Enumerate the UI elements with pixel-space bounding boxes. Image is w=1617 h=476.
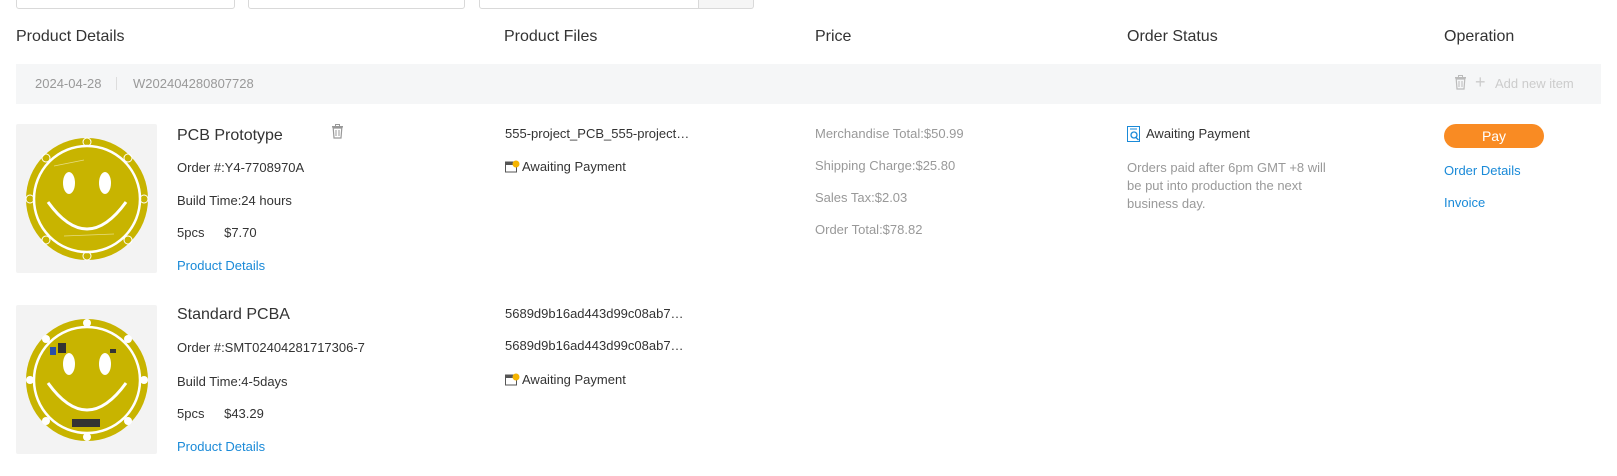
product-thumbnail-pcba[interactable] — [16, 305, 157, 454]
order-group-bar: 2024-04-28 W202404280807728 + Add new it… — [16, 64, 1601, 104]
qty-price-line: 5pcs $7.70 — [177, 225, 257, 240]
qty-price-line: 5pcs $43.29 — [177, 406, 264, 421]
trash-icon[interactable] — [331, 124, 344, 144]
quantity: 5pcs — [177, 225, 205, 240]
product-details-link[interactable]: Product Details — [177, 439, 265, 454]
sales-tax: Sales Tax:$2.03 — [815, 190, 908, 205]
pay-button[interactable]: Pay — [1444, 124, 1544, 148]
order-number: Order #:SMT02404281717306-7 — [177, 340, 365, 355]
divider — [116, 77, 117, 90]
search-input[interactable] — [479, 0, 699, 9]
header-operation: Operation — [1444, 28, 1515, 45]
header-product-files: Product Files — [504, 28, 598, 45]
file-status-text: Awaiting Payment — [522, 159, 626, 174]
product-file[interactable]: 5689d9b16ad443d99c08ab7… — [505, 338, 684, 353]
awaiting-payment-icon — [505, 160, 520, 176]
awaiting-payment-icon — [505, 373, 520, 389]
order-number: Order #:Y4-7708970A — [177, 160, 305, 175]
type-filter-select[interactable] — [16, 0, 235, 9]
header-order-status: Order Status — [1127, 28, 1218, 45]
build-time: Build Time:24 hours — [177, 193, 292, 208]
add-new-item-button[interactable]: Add new item — [1495, 76, 1574, 91]
pcb-smiley-image — [25, 137, 149, 261]
order-status-note: Orders paid after 6pm GMT +8 will be put… — [1127, 160, 1326, 211]
quantity: 5pcs — [177, 406, 205, 421]
filter-input[interactable] — [248, 0, 465, 9]
product-details-link[interactable]: Product Details — [177, 258, 265, 273]
shipping-charge: Shipping Charge:$25.80 — [815, 158, 956, 173]
build-time: Build Time:4-5days — [177, 374, 288, 389]
header-product-details: Product Details — [16, 28, 125, 45]
product-name: Standard PCBA — [177, 306, 290, 323]
header-price: Price — [815, 28, 852, 45]
product-file[interactable]: 555-project_PCB_555-project… — [505, 126, 689, 141]
unit-price: $7.70 — [224, 225, 257, 240]
invoice-link[interactable]: Invoice — [1444, 195, 1485, 210]
order-status-title: Awaiting Payment — [1146, 126, 1250, 141]
file-status-text: Awaiting Payment — [522, 372, 626, 387]
unit-price: $43.29 — [224, 406, 264, 421]
document-search-icon — [1127, 126, 1141, 147]
merchandise-total: Merchandise Total:$50.99 — [815, 126, 964, 141]
filter-row — [0, 0, 1617, 10]
trash-icon[interactable] — [1454, 75, 1467, 95]
search-button[interactable] — [699, 0, 754, 9]
file-status: Awaiting Payment — [505, 159, 626, 176]
plus-icon[interactable]: + — [1475, 73, 1486, 91]
order-number: W202404280807728 — [133, 76, 254, 91]
order-details-link[interactable]: Order Details — [1444, 163, 1521, 178]
product-thumbnail-pcb[interactable] — [16, 124, 157, 273]
order-date: 2024-04-28 — [35, 76, 102, 91]
file-status: Awaiting Payment — [505, 372, 626, 389]
product-name: PCB Prototype — [177, 127, 283, 144]
product-file[interactable]: 5689d9b16ad443d99c08ab7… — [505, 306, 684, 321]
pcba-smiley-image — [26, 319, 148, 441]
order-total: Order Total:$78.82 — [815, 222, 923, 237]
